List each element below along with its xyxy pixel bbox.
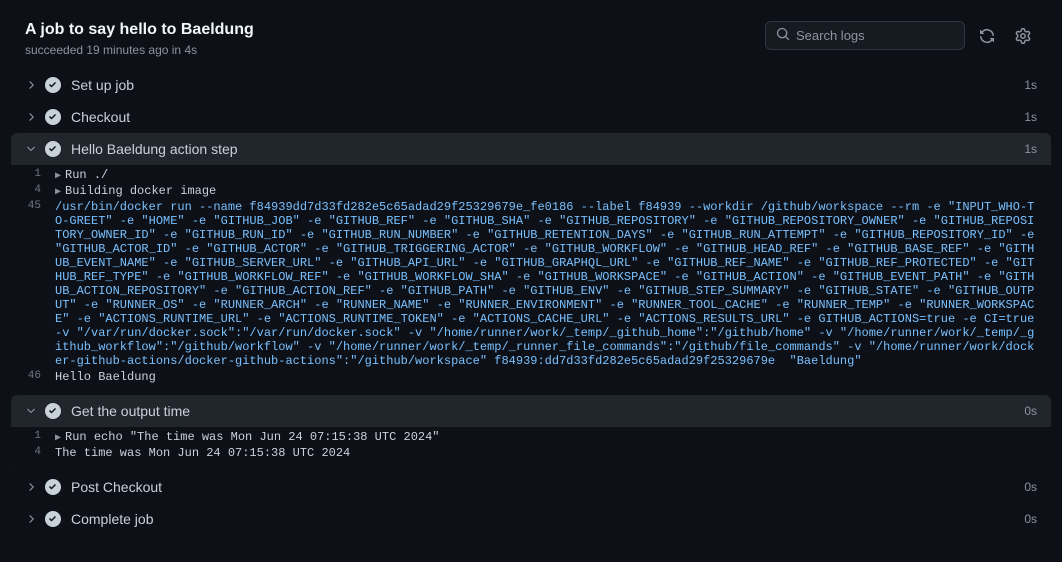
step-header[interactable]: Get the output time0s (11, 395, 1051, 427)
line-content: ▶Building docker image (55, 184, 1051, 198)
job-header: A job to say hello to Baeldung succeeded… (5, 5, 1057, 69)
log-line: 4▶Building docker image (11, 183, 1051, 199)
chevron-right-icon (25, 513, 39, 525)
check-circle-icon (45, 511, 61, 527)
line-number: 45 (11, 200, 55, 368)
chevron-right-icon (25, 111, 39, 123)
step-row: Hello Baeldung action step1s1▶Run ./4▶Bu… (11, 133, 1051, 395)
step-name: Post Checkout (71, 479, 1024, 495)
caret-right-icon: ▶ (55, 171, 61, 182)
log-line: 45/usr/bin/docker run --name f84939dd7d3… (11, 199, 1051, 369)
chevron-right-icon (25, 79, 39, 91)
line-number: 1 (11, 168, 55, 182)
line-number: 4 (11, 184, 55, 198)
step-header[interactable]: Hello Baeldung action step1s (11, 133, 1051, 165)
log-line: 4The time was Mon Jun 24 07:15:38 UTC 20… (11, 445, 1051, 461)
check-circle-icon (45, 403, 61, 419)
line-number: 4 (11, 446, 55, 460)
step-name: Set up job (71, 77, 1024, 93)
chevron-right-icon (25, 481, 39, 493)
log-line: 46Hello Baeldung (11, 369, 1051, 385)
gear-icon (1015, 28, 1031, 44)
job-title: A job to say hello to Baeldung (25, 21, 765, 39)
step-name: Hello Baeldung action step (71, 141, 1024, 157)
log-line: 1▶Run ./ (11, 167, 1051, 183)
step-body: 1▶Run ./4▶Building docker image45/usr/bi… (11, 165, 1051, 395)
caret-right-icon: ▶ (55, 433, 61, 444)
step-header[interactable]: Post Checkout0s (11, 471, 1051, 503)
step-duration: 0s (1024, 480, 1037, 494)
step-row: Set up job1s (11, 69, 1051, 101)
refresh-button[interactable] (973, 22, 1001, 50)
line-content: /usr/bin/docker run --name f84939dd7d33f… (55, 200, 1051, 368)
refresh-icon (979, 28, 995, 44)
check-circle-icon (45, 109, 61, 125)
step-row: Post Checkout0s (11, 471, 1051, 503)
steps-list: Set up job1sCheckout1sHello Baeldung act… (5, 69, 1057, 541)
search-box[interactable] (765, 21, 965, 50)
check-circle-icon (45, 141, 61, 157)
settings-button[interactable] (1009, 22, 1037, 50)
step-duration: 0s (1024, 404, 1037, 418)
step-header[interactable]: Checkout1s (11, 101, 1051, 133)
search-input[interactable] (796, 28, 954, 43)
job-subtitle: succeeded 19 minutes ago in 4s (25, 43, 765, 57)
line-content: ▶Run ./ (55, 168, 1051, 182)
step-row: Complete job0s (11, 503, 1051, 535)
job-log-container: A job to say hello to Baeldung succeeded… (5, 5, 1057, 541)
step-row: Get the output time0s 1▶Run echo "The tim… (11, 395, 1051, 471)
step-duration: 1s (1024, 142, 1037, 156)
step-header[interactable]: Set up job1s (11, 69, 1051, 101)
step-name: Get the output time (71, 403, 1024, 419)
step-duration: 0s (1024, 512, 1037, 526)
step-row: Checkout1s (11, 101, 1051, 133)
chevron-down-icon (25, 143, 39, 155)
header-left: A job to say hello to Baeldung succeeded… (25, 21, 765, 57)
step-duration: 1s (1024, 78, 1037, 92)
step-body: 1▶Run echo "The time was Mon Jun 24 07:1… (11, 427, 1051, 471)
caret-right-icon: ▶ (55, 187, 61, 198)
log-line: 1▶Run echo "The time was Mon Jun 24 07:1… (11, 429, 1051, 445)
chevron-down-icon (25, 405, 39, 417)
step-header[interactable]: Complete job0s (11, 503, 1051, 535)
check-circle-icon (45, 479, 61, 495)
step-name: Checkout (71, 109, 1024, 125)
check-circle-icon (45, 77, 61, 93)
step-duration: 1s (1024, 110, 1037, 124)
line-number: 1 (11, 430, 55, 444)
header-right (765, 21, 1037, 50)
search-icon (776, 27, 790, 44)
line-content: ▶Run echo "The time was Mon Jun 24 07:15… (55, 430, 1051, 444)
line-number: 46 (11, 370, 55, 384)
step-name: Complete job (71, 511, 1024, 527)
line-content: Hello Baeldung (55, 370, 1051, 384)
line-content: The time was Mon Jun 24 07:15:38 UTC 202… (55, 446, 1051, 460)
